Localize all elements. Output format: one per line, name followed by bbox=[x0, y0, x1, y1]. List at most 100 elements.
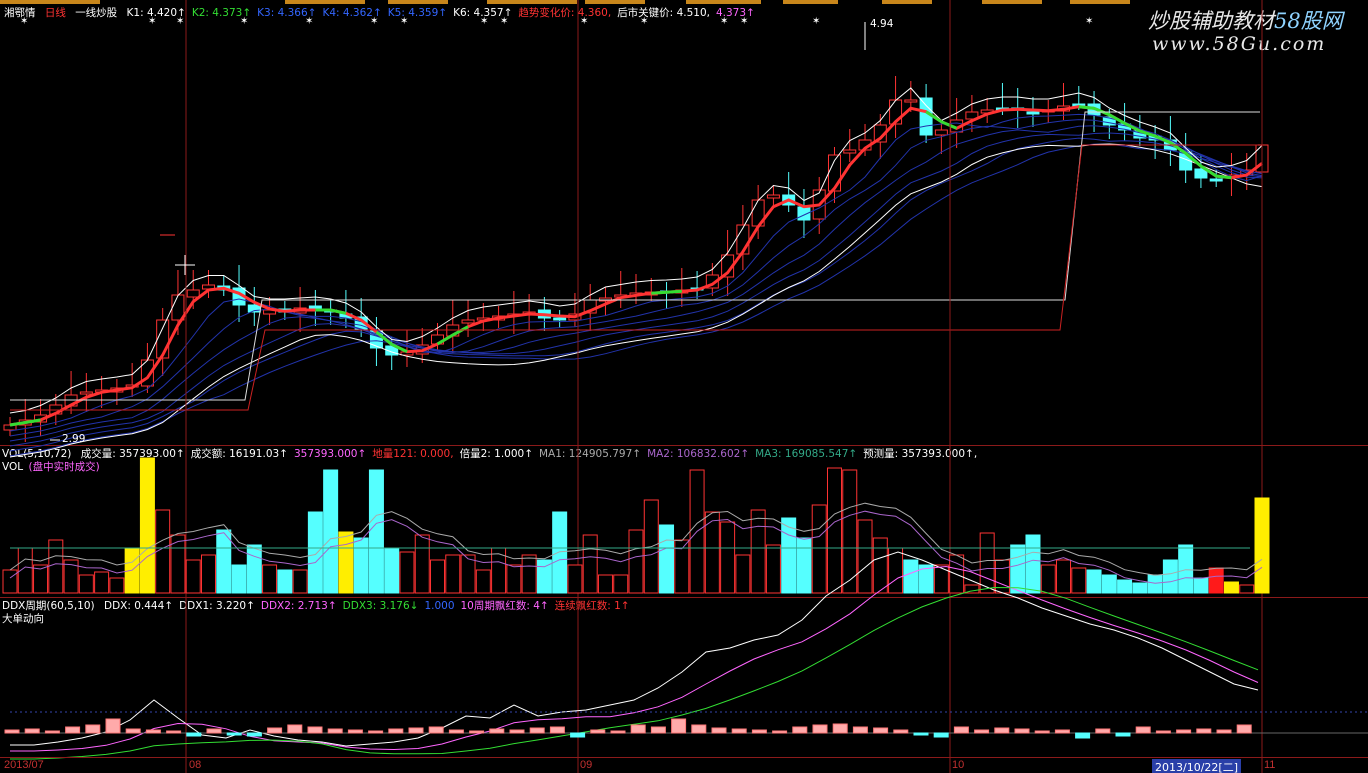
ddx-bar bbox=[44, 730, 60, 734]
volume-bar bbox=[1162, 559, 1178, 594]
volume-bar bbox=[1117, 579, 1133, 594]
ddx-bar bbox=[65, 726, 81, 734]
volume-bar bbox=[1101, 574, 1117, 594]
volume-bar bbox=[597, 574, 613, 594]
ddx-bar bbox=[953, 726, 969, 734]
marker-star-icon: ✶ bbox=[640, 16, 648, 27]
ddx-bar bbox=[529, 727, 545, 734]
volume-bar bbox=[262, 564, 278, 594]
ddx-bar bbox=[630, 724, 646, 734]
volume-bar bbox=[1040, 564, 1056, 594]
volume-bar bbox=[521, 554, 537, 594]
volume-bar bbox=[765, 544, 781, 594]
ddx-bar bbox=[408, 727, 424, 734]
volume-bar bbox=[781, 517, 797, 594]
ddx-bar bbox=[4, 729, 20, 734]
volume-bar bbox=[796, 537, 812, 594]
marker-star-icon: ✶ bbox=[20, 16, 28, 27]
ddx-bar bbox=[751, 729, 767, 734]
ddx-bar bbox=[428, 726, 444, 734]
volume-bar bbox=[1132, 582, 1148, 594]
ddx-bar bbox=[246, 732, 262, 737]
candle-body bbox=[1026, 111, 1040, 115]
ddx-bar bbox=[731, 728, 747, 734]
ddx2-line bbox=[10, 565, 1259, 752]
ddx-bar bbox=[974, 729, 990, 734]
volume-bar bbox=[872, 537, 888, 594]
ddx-bar bbox=[812, 724, 828, 734]
high-price-value: 4.94 bbox=[870, 18, 894, 30]
volume-bar bbox=[933, 564, 949, 594]
volume-bar bbox=[277, 569, 293, 594]
volume-bar bbox=[185, 559, 201, 594]
volume-bar bbox=[246, 544, 262, 594]
ddx-bar bbox=[469, 730, 485, 734]
ddx-bar bbox=[1115, 732, 1131, 737]
volume-bar bbox=[659, 524, 675, 594]
volume-bar bbox=[460, 554, 476, 594]
trend-line-down bbox=[651, 289, 682, 295]
ddx-bar bbox=[509, 729, 525, 734]
ddx-bar bbox=[347, 729, 363, 734]
ddx-bar bbox=[368, 730, 384, 734]
candle-body bbox=[934, 129, 948, 136]
low-price-value: 2.99 bbox=[62, 433, 86, 445]
time-axis: 2013/07 08 09 10 2013/10/22[二] 11 bbox=[0, 757, 1368, 773]
volume-bar bbox=[1239, 584, 1255, 594]
ddx-bar bbox=[711, 727, 727, 734]
ddx-bar bbox=[489, 728, 505, 734]
volume-bar bbox=[811, 504, 827, 594]
ddx-bar bbox=[307, 726, 323, 734]
candle-body bbox=[186, 289, 200, 298]
candlestick-chart[interactable]: ✶ ✶ ✶ ✶ ✶ ✶ ✶ ✶ ✶ ✶ ✶ ✶ ✶ ✶ ✶ bbox=[0, 0, 1368, 773]
ddx-bar bbox=[327, 728, 343, 734]
ddx-bar bbox=[994, 727, 1010, 734]
candle-body bbox=[919, 97, 933, 136]
ddx-bar bbox=[852, 726, 868, 734]
ddx-bar bbox=[226, 732, 242, 736]
ddx-bar bbox=[933, 732, 949, 738]
marker-star-icon: ✶ bbox=[370, 16, 378, 27]
volume-bar bbox=[979, 532, 995, 594]
volume-bar bbox=[506, 564, 522, 594]
ddx-bar bbox=[590, 729, 606, 734]
volume-bar bbox=[567, 564, 583, 594]
volume-bar bbox=[1178, 544, 1194, 594]
stock-chart-window: 湘鄂情 日线 一线炒股 K1: 4.420↑ K2: 4.373↑ K3: 4.36… bbox=[0, 0, 1368, 773]
marker-star-icon: ✶ bbox=[240, 16, 248, 27]
marker-star-icon: ✶ bbox=[480, 16, 488, 27]
volume-bar bbox=[1056, 559, 1072, 594]
volume-bar bbox=[109, 577, 125, 594]
candle-body bbox=[843, 149, 857, 154]
ddx-bar bbox=[691, 724, 707, 734]
volume-bar bbox=[231, 564, 247, 594]
volume-bar bbox=[399, 551, 415, 594]
volume-bar bbox=[384, 547, 400, 594]
ddx-bar bbox=[1176, 729, 1192, 734]
volume-bar bbox=[368, 469, 384, 594]
high-price-mark: 4.94 bbox=[870, 18, 899, 30]
ddx-bar bbox=[671, 718, 687, 734]
volume-bar bbox=[1025, 534, 1041, 594]
axis-label-aug: 08 bbox=[189, 759, 202, 771]
volume-bar bbox=[1147, 574, 1163, 594]
trend-line bbox=[9, 105, 1263, 427]
volume-bar bbox=[1071, 567, 1087, 594]
marker-star-icon: ✶ bbox=[148, 16, 156, 27]
volume-bar bbox=[750, 509, 766, 594]
ddx-bar bbox=[650, 726, 666, 734]
volume-bar bbox=[1254, 497, 1270, 594]
volume-bar bbox=[475, 569, 491, 594]
low-price-mark: 2.99 bbox=[62, 433, 91, 445]
candle-body bbox=[904, 99, 918, 103]
volume-bar bbox=[720, 521, 736, 594]
candle-body bbox=[461, 319, 475, 324]
candle-body bbox=[766, 194, 780, 199]
volume-bar bbox=[353, 537, 369, 594]
volume-bar bbox=[307, 511, 323, 594]
volume-bar bbox=[628, 529, 644, 594]
ddx-bar bbox=[186, 732, 202, 737]
axis-label-jul: 2013/07 bbox=[4, 759, 44, 771]
volume-bar bbox=[94, 571, 110, 594]
marker-star-icon: ✶ bbox=[400, 16, 408, 27]
